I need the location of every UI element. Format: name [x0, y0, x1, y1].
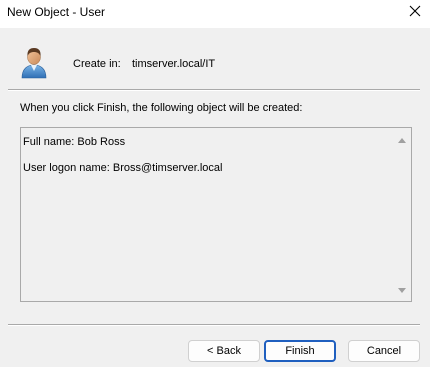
back-button[interactable]: < Back	[188, 340, 260, 362]
create-in-value: timserver.local/IT	[132, 58, 216, 70]
summary-box[interactable]: Full name: Bob Ross User logon name: Bro…	[20, 127, 412, 302]
user-icon	[19, 45, 49, 79]
close-button[interactable]	[400, 0, 430, 24]
finish-button[interactable]: Finish	[264, 340, 336, 362]
info-text: When you click Finish, the following obj…	[20, 102, 303, 114]
create-in-label: Create in:	[73, 58, 121, 70]
window-title: New Object - User	[7, 5, 106, 19]
scroll-up-arrow-icon[interactable]	[398, 138, 406, 143]
close-icon	[409, 5, 421, 20]
title-bar: New Object - User	[0, 0, 430, 28]
vertical-scrollbar[interactable]	[394, 128, 411, 301]
scroll-down-arrow-icon[interactable]	[398, 288, 406, 293]
separator-top	[8, 89, 420, 91]
summary-full-name: Full name: Bob Ross	[23, 136, 126, 148]
summary-logon-name: User logon name: Bross@timserver.local	[23, 162, 223, 174]
cancel-button[interactable]: Cancel	[348, 340, 420, 362]
separator-bottom	[8, 324, 420, 326]
